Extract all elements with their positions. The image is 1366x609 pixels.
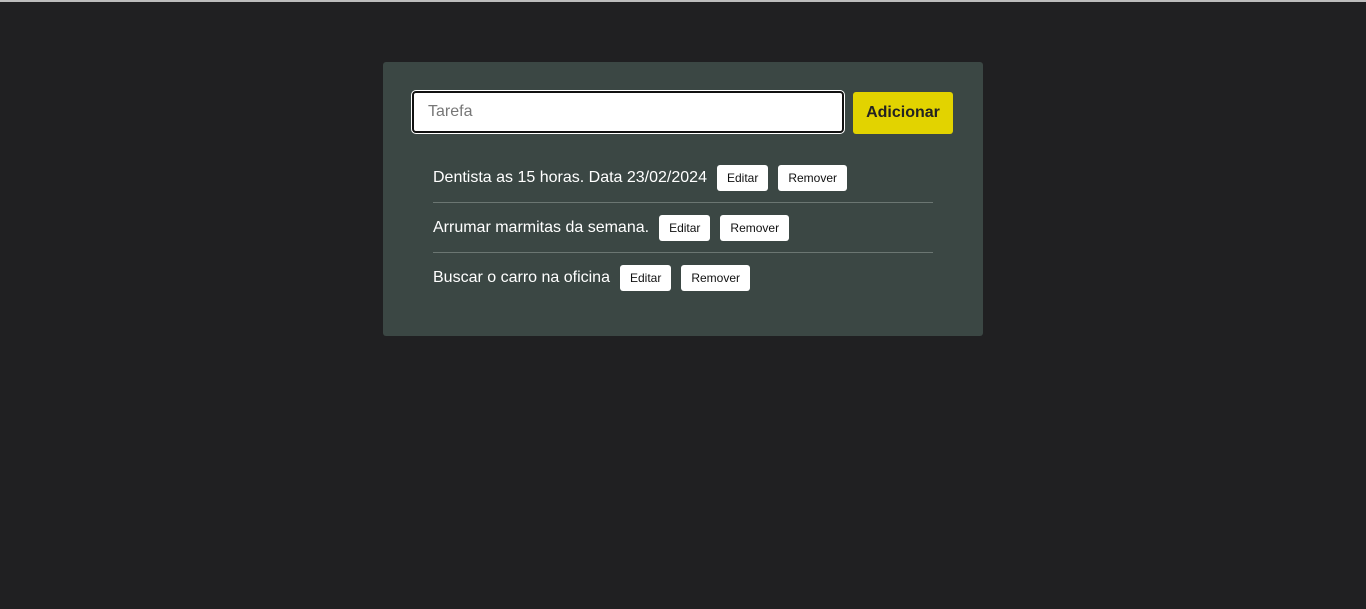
add-button[interactable]: Adicionar <box>853 92 953 134</box>
remove-button[interactable]: Remover <box>681 265 751 291</box>
remove-button[interactable]: Remover <box>720 214 790 241</box>
edit-button[interactable]: Editar <box>659 214 711 241</box>
task-text: Buscar o carro na oficina <box>433 269 610 286</box>
task-item: Arrumar marmitas da semana. Editar Remov… <box>433 203 933 253</box>
task-list: Dentista as 15 horas. Data 23/02/2024 Ed… <box>433 153 933 303</box>
task-item: Dentista as 15 horas. Data 23/02/2024 Ed… <box>433 153 933 203</box>
task-item: Buscar o carro na oficina Editar Remover <box>433 253 933 303</box>
task-input[interactable] <box>411 90 845 134</box>
task-text: Dentista as 15 horas. Data 23/02/2024 <box>433 168 707 186</box>
edit-button[interactable]: Editar <box>716 164 769 191</box>
remove-button[interactable]: Remover <box>778 164 848 191</box>
browser-top-border <box>0 0 1366 2</box>
edit-button[interactable]: Editar <box>619 265 672 291</box>
task-text: Arrumar marmitas da semana. <box>433 218 650 236</box>
todo-card: Adicionar Dentista as 15 horas. Data 23/… <box>383 62 983 336</box>
